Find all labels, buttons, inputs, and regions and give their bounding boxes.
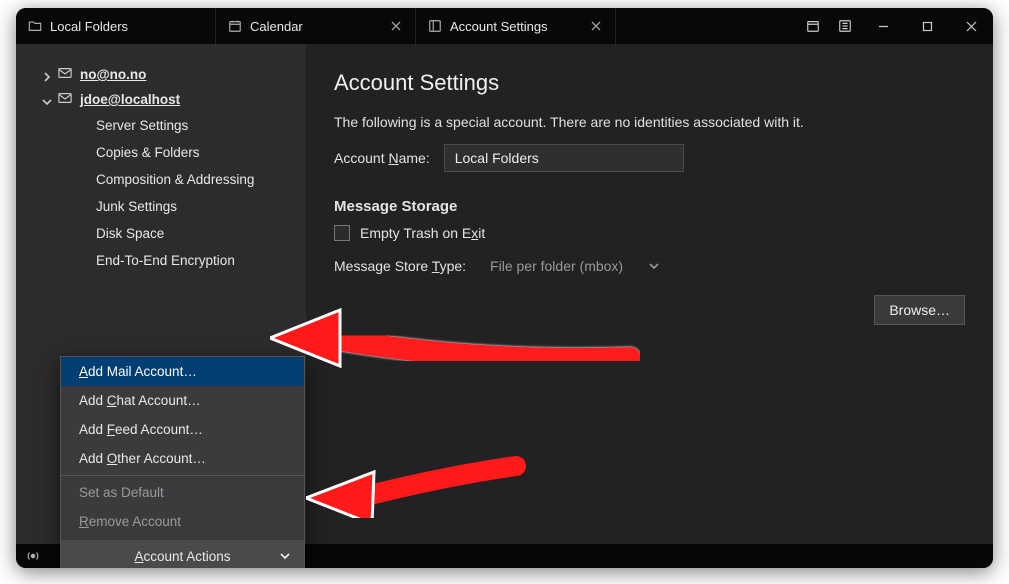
tab-label: Calendar [250, 19, 381, 34]
app-window: Local Folders Calendar Account Settings [16, 8, 993, 568]
sidebar-item-label: End-To-End Encryption [96, 253, 235, 268]
local-directory-row: Browse… [334, 295, 965, 325]
chevron-down-icon [42, 95, 52, 105]
sidebar-item-server-settings[interactable]: Server Settings [16, 112, 306, 139]
calendar-icon [228, 19, 242, 33]
store-type-value: File per folder (mbox) [490, 258, 623, 274]
online-status-icon[interactable] [26, 549, 40, 563]
chevron-down-icon [649, 258, 659, 274]
accounts-sidebar: no@no.no jdoe@localhost Server Settings … [16, 44, 306, 544]
store-type-label: Message Store Type: [334, 258, 466, 274]
empty-trash-checkbox[interactable] [334, 225, 350, 241]
menu-set-default: Set as Default [61, 478, 304, 507]
tab-label: Local Folders [50, 19, 203, 34]
account-item-jdoe[interactable]: jdoe@localhost [16, 87, 306, 112]
chevron-down-icon [280, 549, 290, 564]
sidebar-item-copies-folders[interactable]: Copies & Folders [16, 139, 306, 166]
tabstrip-spacer [616, 8, 797, 44]
account-label: no@no.no [80, 67, 146, 82]
account-name-label: Account Name: [334, 150, 430, 166]
tab-label: Account Settings [450, 19, 581, 34]
sidebar-item-label: Disk Space [96, 226, 164, 241]
calendar-toolbar-button[interactable] [797, 8, 829, 44]
sidebar-item-composition[interactable]: Composition & Addressing [16, 166, 306, 193]
main-panel: Account Settings The following is a spec… [306, 44, 993, 544]
message-storage-heading: Message Storage [334, 198, 965, 215]
sidebar-item-label: Server Settings [96, 118, 188, 133]
close-icon[interactable] [589, 19, 603, 33]
account-label: jdoe@localhost [80, 92, 180, 107]
mail-icon [58, 92, 72, 107]
menu-separator [61, 475, 304, 476]
mail-icon [58, 67, 72, 82]
empty-trash-label: Empty Trash on Exit [360, 225, 485, 241]
page-description: The following is a special account. Ther… [334, 114, 965, 130]
window-maximize-button[interactable] [905, 8, 949, 44]
sidebar-item-disk-space[interactable]: Disk Space [16, 220, 306, 247]
sidebar-item-label: Copies & Folders [96, 145, 200, 160]
empty-trash-row[interactable]: Empty Trash on Exit [334, 225, 965, 241]
menu-add-feed-account[interactable]: Add Feed Account… [61, 415, 304, 444]
page-title: Account Settings [334, 70, 965, 96]
settings-panel-icon [428, 19, 442, 33]
store-type-select[interactable]: File per folder (mbox) [480, 255, 669, 277]
tasks-toolbar-button[interactable] [829, 8, 861, 44]
account-actions-button[interactable]: Account Actions [61, 540, 304, 568]
sidebar-item-label: Junk Settings [96, 199, 177, 214]
browse-button[interactable]: Browse… [874, 295, 965, 325]
account-name-input[interactable] [444, 144, 684, 172]
tab-strip: Local Folders Calendar Account Settings [16, 8, 993, 44]
tab-local-folders[interactable]: Local Folders [16, 8, 216, 44]
account-actions-menu: Add Mail Account… Add Chat Account… Add … [60, 356, 305, 568]
window-body: no@no.no jdoe@localhost Server Settings … [16, 44, 993, 544]
menu-add-chat-account[interactable]: Add Chat Account… [61, 386, 304, 415]
sidebar-item-label: Composition & Addressing [96, 172, 254, 187]
account-item-no[interactable]: no@no.no [16, 62, 306, 87]
store-type-row: Message Store Type: File per folder (mbo… [334, 255, 965, 277]
menu-add-other-account[interactable]: Add Other Account… [61, 444, 304, 473]
sidebar-item-e2e[interactable]: End-To-End Encryption [16, 247, 306, 274]
account-name-row: Account Name: [334, 144, 965, 172]
tab-calendar[interactable]: Calendar [216, 8, 416, 44]
titlebar-buttons [797, 8, 993, 44]
window-minimize-button[interactable] [861, 8, 905, 44]
menu-add-mail-account[interactable]: Add Mail Account… [61, 357, 304, 386]
window-close-button[interactable] [949, 8, 993, 44]
chevron-right-icon [42, 70, 52, 80]
close-icon[interactable] [389, 19, 403, 33]
tab-account-settings[interactable]: Account Settings [416, 8, 616, 44]
sidebar-item-junk[interactable]: Junk Settings [16, 193, 306, 220]
folder-icon [28, 19, 42, 33]
menu-remove-account: Remove Account [61, 507, 304, 536]
